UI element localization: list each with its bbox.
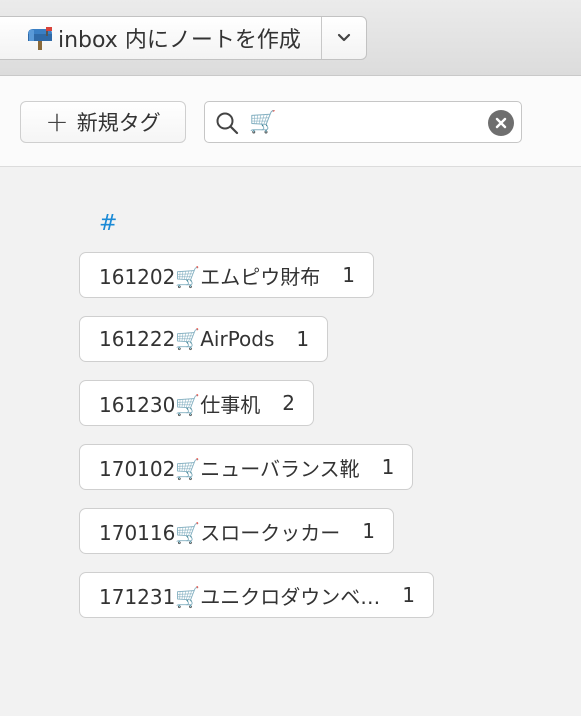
tag-list: 161202🛒エムピウ財布 1 161222🛒AirPods 1 161230🛒… [79,252,434,636]
new-note-button[interactable]: inbox 内にノートを作成 [0,17,321,59]
close-icon [495,117,507,129]
tag-name: 170102🛒ニューバランス靴 [99,456,360,481]
tag-name: 171231🛒ユニクロダウンベ… [99,584,381,609]
top-bar: inbox 内にノートを作成 [0,0,581,76]
new-note-dropdown-button[interactable] [322,17,366,59]
tag-name: 161230🛒仕事机 [99,392,261,417]
mailbox-icon [28,27,52,50]
tag-count: 1 [381,455,395,479]
tag-group-heading: # [99,211,118,236]
plus-icon: + [45,105,69,138]
tag-count: 1 [342,263,355,287]
tag-list-panel: # 161202🛒エムピウ財布 1 161222🛒AirPods 1 16123… [0,167,581,716]
new-tag-button[interactable]: + 新規タグ [20,101,186,143]
tag-name: 170116🛒スロークッカー [99,520,341,545]
clear-icon[interactable] [488,110,514,136]
tag-name: 161222🛒AirPods [99,327,275,351]
tag-item[interactable]: 171231🛒ユニクロダウンベ… 1 [79,572,434,618]
tag-item[interactable]: 170116🛒スロークッカー 1 [79,508,394,554]
tag-count: 2 [282,391,295,415]
search-input[interactable] [249,104,479,140]
tag-item[interactable]: 161202🛒エムピウ財布 1 [79,252,374,298]
tag-count: 1 [362,519,375,543]
new-note-label: inbox 内にノートを作成 [58,28,301,53]
tag-search-field[interactable] [204,101,522,143]
tag-count: 1 [296,327,310,351]
tag-item[interactable]: 161222🛒AirPods 1 [79,316,329,362]
tag-name: 161202🛒エムピウ財布 [99,264,321,289]
new-tag-label: 新規タグ [76,111,161,135]
tag-item[interactable]: 170102🛒ニューバランス靴 1 [79,444,414,490]
tag-item[interactable]: 161230🛒仕事机 2 [79,380,314,426]
search-icon [216,112,239,135]
chevron-down-icon [337,33,350,42]
tag-toolbar: + 新規タグ [0,76,581,167]
tag-count: 1 [402,583,415,607]
new-note-split-button: inbox 内にノートを作成 [0,16,367,60]
